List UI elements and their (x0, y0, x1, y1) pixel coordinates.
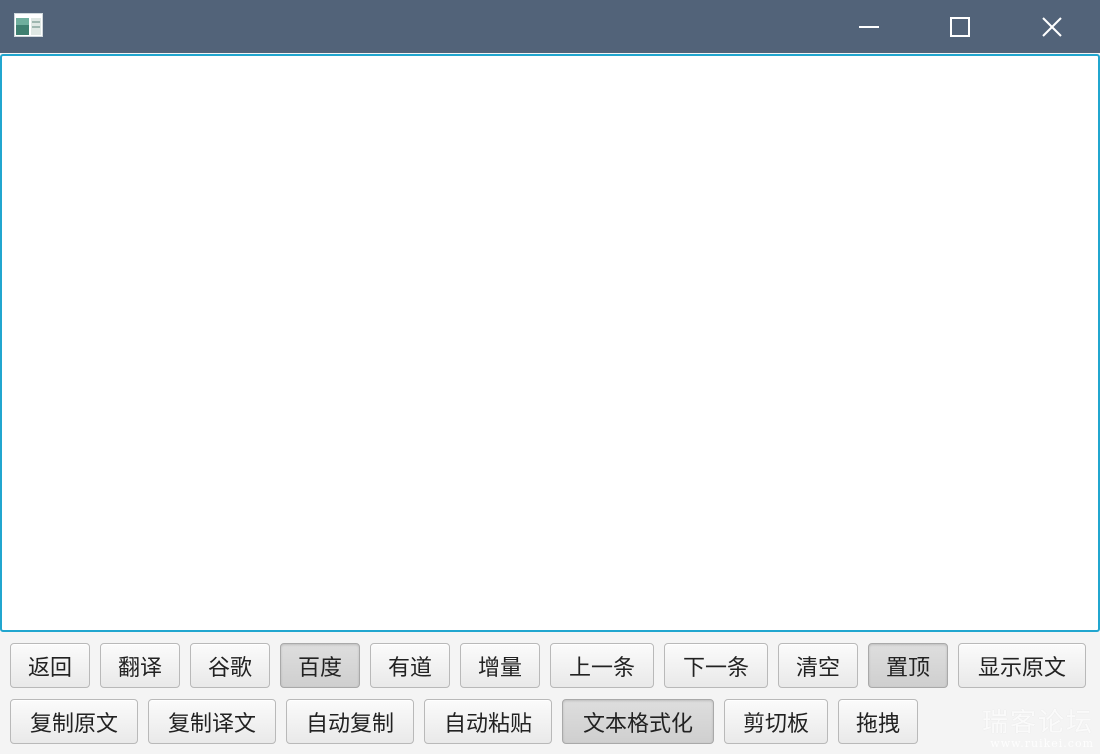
translate-button[interactable]: 翻译 (100, 643, 180, 688)
maximize-icon (949, 16, 971, 38)
close-button[interactable] (1006, 0, 1098, 53)
auto-paste-button[interactable]: 自动粘贴 (424, 699, 552, 744)
clipboard-button[interactable]: 剪切板 (724, 699, 828, 744)
back-button[interactable]: 返回 (10, 643, 90, 688)
watermark-text: 瑞客论坛 (981, 708, 1094, 738)
show-original-button[interactable]: 显示原文 (958, 643, 1086, 688)
minimize-button[interactable] (823, 0, 915, 53)
title-bar[interactable] (0, 0, 1100, 53)
app-icon (14, 13, 43, 37)
baidu-button[interactable]: 百度 (280, 643, 360, 688)
close-icon (1041, 16, 1063, 38)
drag-drop-button[interactable]: 拖拽 (838, 699, 918, 744)
pin-top-button[interactable]: 置顶 (868, 643, 948, 688)
auto-copy-button[interactable]: 自动复制 (286, 699, 414, 744)
minimize-icon (858, 16, 880, 38)
text-area-container (0, 54, 1100, 632)
copy-original-button[interactable]: 复制原文 (10, 699, 138, 744)
text-editor[interactable] (2, 56, 1098, 630)
incremental-button[interactable]: 增量 (460, 643, 540, 688)
youdao-button[interactable]: 有道 (370, 643, 450, 688)
google-button[interactable]: 谷歌 (190, 643, 270, 688)
previous-button[interactable]: 上一条 (550, 643, 654, 688)
watermark-url: www.ruikei.com (990, 737, 1094, 750)
watermark: 瑞客论坛 www.ruikei.com (982, 708, 1094, 750)
copy-translation-button[interactable]: 复制译文 (148, 699, 276, 744)
next-button[interactable]: 下一条 (664, 643, 768, 688)
maximize-button[interactable] (914, 0, 1006, 53)
clear-button[interactable]: 清空 (778, 643, 858, 688)
text-format-button[interactable]: 文本格式化 (562, 699, 714, 744)
